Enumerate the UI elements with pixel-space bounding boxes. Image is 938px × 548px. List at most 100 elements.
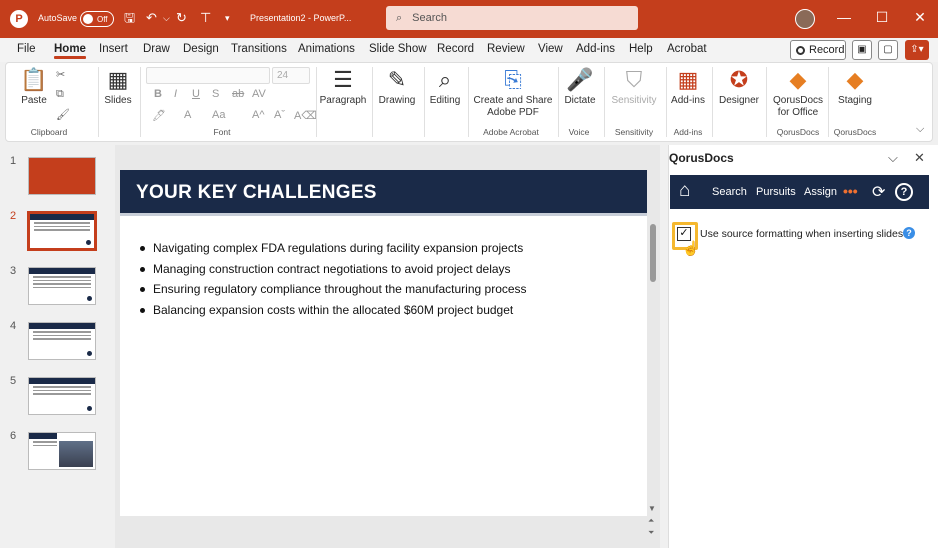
- addins-button[interactable]: ▦ Add-ins: [670, 67, 706, 107]
- char-spacing-icon[interactable]: AV: [252, 88, 266, 100]
- strikethrough-icon[interactable]: ab: [232, 88, 244, 100]
- underline-icon[interactable]: U: [192, 88, 200, 100]
- minimize-icon[interactable]: —: [832, 9, 856, 25]
- sync-icon[interactable]: ⟳: [872, 182, 885, 202]
- designer-button[interactable]: ✪ Designer: [716, 67, 762, 107]
- cut-icon[interactable]: ✂: [56, 68, 65, 81]
- editing-button[interactable]: ⌕ Editing: [426, 67, 464, 107]
- present-icon[interactable]: ⊤: [200, 9, 211, 27]
- slide-title[interactable]: YOUR KEY CHALLENGES: [136, 182, 377, 204]
- shadow-icon[interactable]: S: [212, 88, 219, 100]
- tab-animations[interactable]: Animations: [298, 43, 355, 55]
- collapse-ribbon-icon[interactable]: ⌵: [916, 123, 924, 136]
- tab-add-ins[interactable]: Add-ins: [576, 43, 615, 55]
- group-addins: Add-ins: [673, 127, 703, 137]
- italic-icon[interactable]: I: [174, 88, 177, 100]
- dictate-button[interactable]: 🎤 Dictate: [560, 67, 600, 107]
- share-button[interactable]: ⇪▾: [905, 40, 929, 60]
- tab-help[interactable]: Help: [629, 43, 653, 55]
- addins-label: Add-ins: [671, 95, 705, 106]
- paragraph-button[interactable]: ☰ Paragraph: [318, 67, 368, 107]
- tab-acrobat[interactable]: Acrobat: [667, 43, 707, 55]
- close-icon[interactable]: ✕: [908, 9, 932, 26]
- paste-button[interactable]: 📋 Paste: [18, 67, 50, 107]
- clear-format-icon[interactable]: A⌫: [294, 109, 317, 122]
- tab-draw[interactable]: Draw: [143, 43, 170, 55]
- slide-thumbnail-3[interactable]: [28, 267, 96, 305]
- designer-icon: ✪: [729, 67, 749, 92]
- create-share-pdf-button[interactable]: ⎘ Create and Share Adobe PDF: [472, 67, 554, 119]
- vertical-scrollbar[interactable]: ▼ ⏶ ⏷: [647, 210, 659, 545]
- sensitivity-button[interactable]: ⛉ Sensitivity: [608, 67, 660, 107]
- maximize-icon[interactable]: ☐: [870, 9, 894, 26]
- editing-icon: ⌕: [438, 67, 452, 92]
- nav-assign[interactable]: Assign: [804, 186, 837, 198]
- paragraph-label: Paragraph: [319, 95, 367, 106]
- undo-dropdown-icon[interactable]: ⌵: [163, 9, 170, 27]
- search-box[interactable]: ⌕ Search: [386, 6, 638, 30]
- shrink-font-icon[interactable]: Aˇ: [274, 109, 285, 121]
- separator: [712, 67, 713, 137]
- font-name-field[interactable]: [146, 67, 270, 84]
- qorusdocs-office-button[interactable]: ◆ QorusDocs for Office: [770, 67, 826, 119]
- staging-button[interactable]: ◆ Staging: [832, 67, 878, 107]
- create-share-label-2: Adobe PDF: [487, 107, 539, 118]
- tab-home[interactable]: Home: [54, 43, 86, 59]
- source-formatting-checkbox[interactable]: ✓: [677, 227, 691, 241]
- copy-icon[interactable]: ⧉: [56, 88, 64, 101]
- slide-title-bar: YOUR KEY CHALLENGES: [120, 170, 647, 216]
- tab-file[interactable]: File: [17, 43, 36, 55]
- slide-thumbnail-6[interactable]: [28, 432, 96, 470]
- tab-insert[interactable]: Insert: [99, 43, 128, 55]
- font-color-icon[interactable]: A: [184, 109, 191, 121]
- sensitivity-icon: ⛉: [625, 67, 643, 92]
- slides-button[interactable]: ▦ Slides: [102, 67, 134, 107]
- slide-thumbnail-5[interactable]: [28, 377, 96, 415]
- help-icon[interactable]: ?: [895, 183, 913, 201]
- tab-design[interactable]: Design: [183, 43, 219, 55]
- slide-thumbnail-1[interactable]: [28, 157, 96, 195]
- slide-thumbnail-4[interactable]: [28, 322, 96, 360]
- teams-icon[interactable]: ▣: [852, 40, 872, 60]
- bullet-item: Ensuring regulatory compliance throughou…: [138, 279, 527, 300]
- tab-review[interactable]: Review: [487, 43, 525, 55]
- info-icon[interactable]: ?: [903, 227, 915, 239]
- separator: [424, 67, 425, 137]
- avatar[interactable]: [795, 9, 815, 29]
- tab-slide-show[interactable]: Slide Show: [369, 43, 427, 55]
- record-button[interactable]: Record: [790, 40, 846, 60]
- group-adobe: Adobe Acrobat: [483, 127, 539, 137]
- more-icon[interactable]: •••: [843, 183, 858, 199]
- tab-view[interactable]: View: [538, 43, 563, 55]
- prev-slide-icon[interactable]: ⏶: [648, 516, 654, 526]
- save-icon[interactable]: 🖫: [124, 9, 135, 27]
- current-slide[interactable]: YOUR KEY CHALLENGES Navigating complex F…: [120, 170, 647, 516]
- tab-transitions[interactable]: Transitions: [231, 43, 287, 55]
- nav-search[interactable]: Search: [712, 186, 747, 198]
- pointer-cursor-icon: ☝: [682, 240, 700, 256]
- undo-icon[interactable]: ↶: [146, 9, 157, 27]
- bold-icon[interactable]: B: [154, 88, 162, 100]
- autosave-toggle[interactable]: Off: [80, 11, 114, 27]
- group-font: Font: [213, 127, 231, 137]
- highlight-icon[interactable]: 🖊: [152, 109, 166, 122]
- redo-icon[interactable]: ↻: [176, 9, 187, 27]
- slide-bullets[interactable]: Navigating complex FDA regulations durin…: [138, 238, 527, 320]
- separator: [468, 67, 469, 137]
- pane-options-icon[interactable]: ⌵: [888, 150, 898, 166]
- scroll-thumb[interactable]: [650, 224, 656, 282]
- home-icon[interactable]: ⌂: [679, 181, 690, 201]
- tab-record[interactable]: Record: [437, 43, 474, 55]
- pane-close-icon[interactable]: ✕: [914, 150, 925, 166]
- scroll-down-icon[interactable]: ▼: [648, 504, 656, 513]
- format-painter-icon[interactable]: 🖌: [56, 108, 70, 121]
- nav-pursuits[interactable]: Pursuits: [756, 186, 796, 198]
- slide-thumbnail-2[interactable]: [27, 211, 97, 251]
- comments-icon[interactable]: ▢: [878, 40, 898, 60]
- drawing-button[interactable]: ✎ Drawing: [374, 67, 420, 107]
- next-slide-icon[interactable]: ⏷: [648, 528, 654, 538]
- customize-qat-icon[interactable]: ▾: [225, 9, 230, 27]
- change-case-icon[interactable]: Aa: [212, 109, 225, 121]
- font-size-field[interactable]: 24: [272, 67, 310, 84]
- grow-font-icon[interactable]: A^: [252, 109, 265, 121]
